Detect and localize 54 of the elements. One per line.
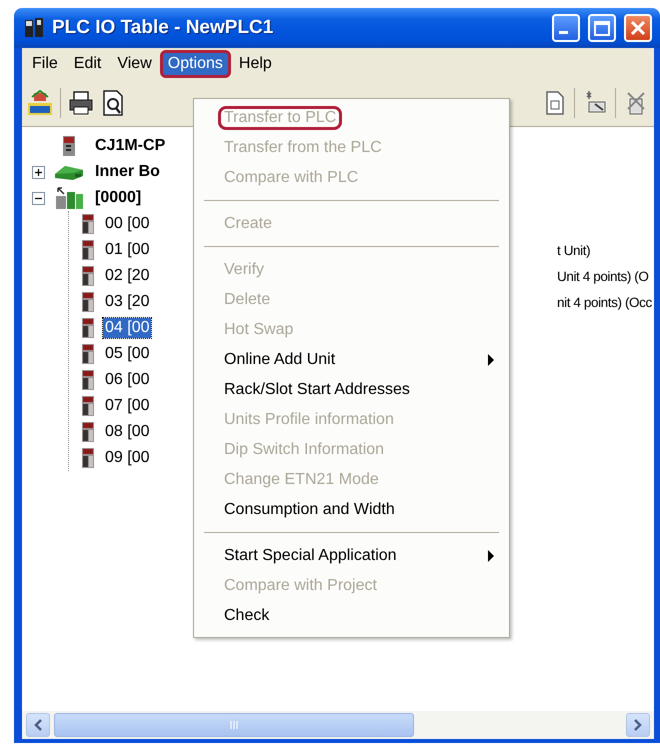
scrollbar-thumb[interactable] bbox=[54, 713, 414, 737]
tree-item[interactable]: 09 [00 bbox=[103, 448, 152, 468]
menu-item[interactable]: Options bbox=[160, 50, 231, 78]
tree-item[interactable]: 04 [00 bbox=[103, 318, 152, 338]
module-icon bbox=[81, 291, 95, 313]
tree-item-detail: t Unit) bbox=[557, 242, 592, 258]
menu-item[interactable]: View bbox=[109, 50, 160, 78]
tree-item[interactable]: 01 [00 bbox=[103, 240, 152, 260]
menu-option[interactable]: Rack/Slot Start Addresses bbox=[194, 375, 509, 405]
cps-icon[interactable] bbox=[26, 89, 54, 117]
collapse-icon[interactable] bbox=[32, 192, 45, 204]
module-icon bbox=[81, 369, 95, 391]
expand-icon[interactable] bbox=[32, 166, 45, 178]
menu-option[interactable]: Start Special Application bbox=[194, 541, 509, 571]
menu-item[interactable]: Edit bbox=[66, 50, 110, 78]
menu-item[interactable]: Help bbox=[230, 50, 280, 78]
maximize-button[interactable] bbox=[588, 14, 616, 42]
tree-item[interactable]: 08 [00 bbox=[103, 422, 152, 442]
module-icon bbox=[81, 239, 95, 261]
minimize-button[interactable] bbox=[552, 14, 580, 42]
maximize-icon bbox=[594, 20, 610, 36]
close-icon bbox=[631, 21, 645, 35]
module-icon bbox=[81, 421, 95, 443]
tree-item[interactable]: 06 [00 bbox=[103, 370, 152, 390]
module-icon bbox=[81, 265, 95, 287]
tree-item[interactable]: 02 [20 bbox=[103, 266, 152, 286]
grip-icon bbox=[229, 720, 239, 730]
tree-item[interactable]: 03 [20 bbox=[103, 292, 152, 312]
menu-option[interactable]: Consumption and Width bbox=[194, 495, 509, 525]
tree-item-detail: Unit 4 points) (O bbox=[557, 268, 650, 284]
tree-item[interactable]: CJ1M-CP bbox=[93, 136, 168, 156]
minimize-icon bbox=[558, 30, 568, 34]
menu-item[interactable]: File bbox=[24, 50, 66, 78]
tree-item[interactable]: 05 [00 bbox=[103, 344, 152, 364]
menu-option[interactable]: Online Add Unit bbox=[194, 345, 509, 375]
scroll-right-button[interactable] bbox=[626, 713, 650, 737]
module-icon bbox=[81, 447, 95, 469]
tree-item-detail: nit 4 points) (Occ bbox=[557, 294, 653, 310]
app-icon bbox=[24, 17, 44, 39]
tree-item[interactable]: 00 [00 bbox=[103, 214, 152, 234]
close-button[interactable] bbox=[624, 14, 652, 42]
window-title: PLC IO Table - NewPLC1 bbox=[52, 17, 274, 39]
module-icon bbox=[81, 343, 95, 365]
module-icon bbox=[62, 135, 76, 157]
tree-item[interactable]: [0000] bbox=[93, 188, 144, 208]
module-icon bbox=[81, 395, 95, 417]
menu-option[interactable]: Check bbox=[194, 601, 509, 631]
print-icon[interactable] bbox=[67, 89, 95, 117]
tree-item[interactable]: Inner Bo bbox=[93, 162, 162, 182]
tree-item[interactable]: 07 [00 bbox=[103, 396, 152, 416]
module-icon bbox=[81, 317, 95, 339]
scroll-left-button[interactable] bbox=[26, 713, 50, 737]
rack-icon bbox=[54, 186, 84, 210]
module-icon bbox=[81, 213, 95, 235]
